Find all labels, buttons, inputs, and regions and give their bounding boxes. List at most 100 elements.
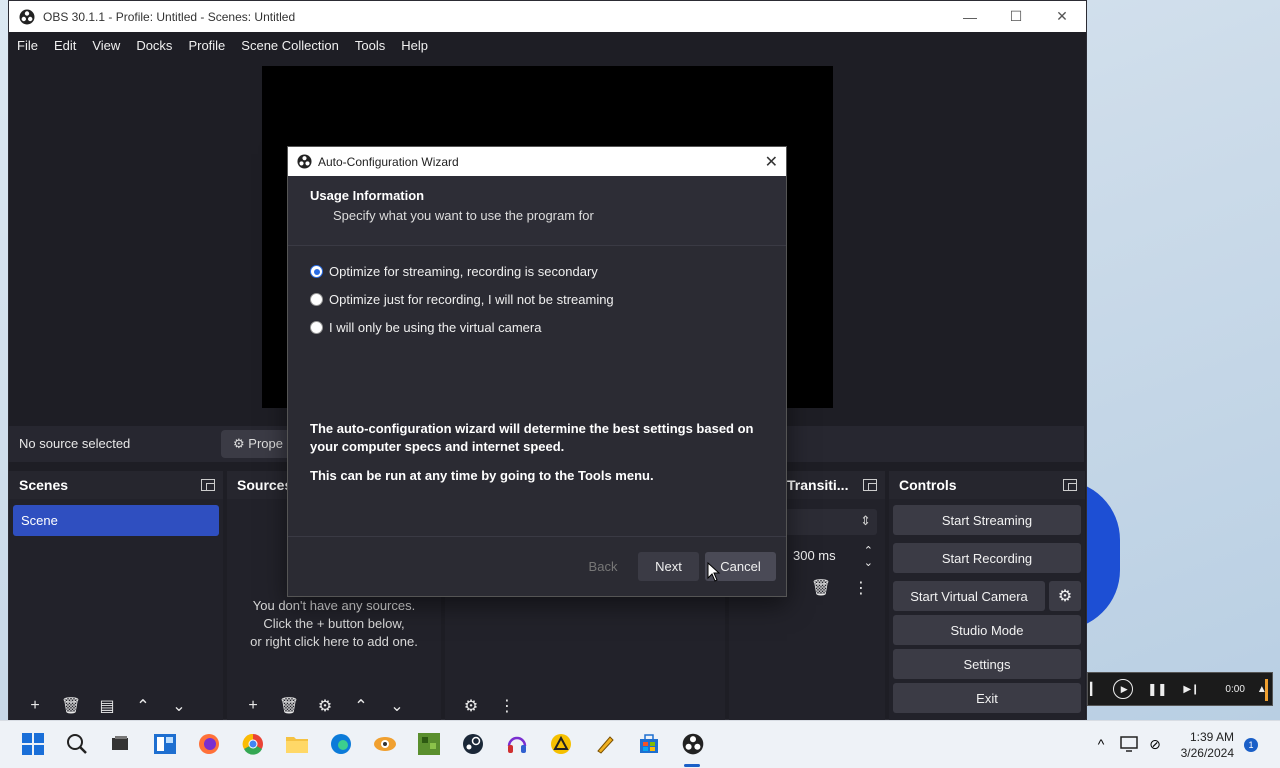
duration-value: 300 ms	[793, 548, 836, 563]
menu-help[interactable]: Help	[401, 38, 428, 53]
duration-spinner-icon[interactable]: ⌃ ⌄	[864, 545, 873, 569]
gear-icon[interactable]: ⚙	[309, 693, 341, 719]
undock-icon[interactable]	[863, 479, 877, 491]
move-down-icon[interactable]: ⌄	[381, 693, 413, 719]
virtual-camera-settings-gear-icon[interactable]: ⚙	[1049, 581, 1081, 611]
empty-line-2: Click the + button below,	[263, 616, 405, 631]
move-up-icon[interactable]: ⌃	[345, 693, 377, 719]
transition-select[interactable]: ⇕	[785, 509, 877, 535]
next-button[interactable]: Next	[638, 552, 699, 581]
sources-empty-message[interactable]: You don't have any sources. Click the + …	[227, 597, 441, 651]
add-source-icon[interactable]: +	[237, 693, 269, 719]
radio-label: Optimize for streaming, recording is sec…	[329, 264, 598, 279]
advanced-audio-gear-icon[interactable]: ⚙	[455, 693, 487, 719]
trash-icon[interactable]: 🗑	[273, 693, 305, 719]
close-button[interactable]: ✕	[1039, 1, 1085, 32]
menu-docks[interactable]: Docks	[136, 38, 172, 53]
network-disconnected-icon[interactable]: ⊘	[1142, 731, 1168, 757]
more-menu-icon[interactable]: ⋮	[491, 693, 523, 719]
menu-bar: File Edit View Docks Profile Scene Colle…	[9, 32, 1086, 58]
studio-mode-button[interactable]: Studio Mode	[893, 615, 1081, 645]
media-player-widget: ▎ ▶ ❚❚ ▶❙ 0:00 ▲	[1087, 672, 1273, 706]
back-button[interactable]: Back	[576, 552, 630, 581]
minimize-button[interactable]: —	[947, 1, 993, 32]
trash-icon[interactable]: 🗑	[805, 575, 837, 601]
radio-unselected-icon[interactable]	[310, 293, 323, 306]
previous-icon[interactable]: ▎	[1090, 682, 1099, 696]
chevron-up-icon[interactable]: ^	[1088, 731, 1114, 757]
clock-date: 3/26/2024	[1180, 746, 1234, 760]
radio-unselected-icon[interactable]	[310, 321, 323, 334]
settings-button[interactable]: Settings	[893, 649, 1081, 679]
more-menu-icon[interactable]: ⋮	[845, 575, 877, 601]
obs-logo-icon	[19, 9, 35, 24]
sources-title: Sources	[237, 477, 293, 493]
radio-selected-icon[interactable]	[310, 265, 323, 278]
no-source-label: No source selected	[19, 436, 131, 451]
gear-icon: ⚙	[233, 436, 245, 451]
add-scene-icon[interactable]: +	[19, 693, 51, 719]
dialog-title: Auto-Configuration Wizard	[318, 154, 459, 169]
menu-profile[interactable]: Profile	[188, 38, 225, 53]
menu-view[interactable]: View	[92, 38, 120, 53]
controls-title: Controls	[899, 477, 957, 493]
empty-line-1: You don't have any sources.	[252, 598, 416, 613]
task-view-icon[interactable]	[107, 731, 133, 757]
tools-menu-info-text: This can be run at any time by going to …	[310, 468, 654, 483]
start-virtual-camera-button[interactable]: Start Virtual Camera	[893, 581, 1045, 611]
exit-button[interactable]: Exit	[893, 683, 1081, 713]
start-streaming-button[interactable]: Start Streaming	[893, 505, 1081, 535]
dialog-title-bar: Auto-Configuration Wizard ✕	[288, 147, 786, 176]
play-icon[interactable]: ▶	[1113, 679, 1134, 699]
menu-file[interactable]: File	[17, 38, 38, 53]
maximize-button[interactable]: ☐	[993, 1, 1039, 32]
window-title: OBS 30.1.1 - Profile: Untitled - Scenes:…	[43, 9, 296, 24]
empty-line-3: or right click here to add one.	[250, 634, 418, 649]
close-icon[interactable]: ✕	[765, 152, 778, 172]
radio-streaming[interactable]: Optimize for streaming, recording is sec…	[310, 264, 598, 279]
next-track-icon[interactable]: ▶❙	[1183, 684, 1199, 695]
move-down-icon[interactable]: ⌄	[163, 693, 195, 719]
search-icon[interactable]	[64, 731, 90, 757]
duration-field[interactable]: 300 ms ⌃ ⌄	[793, 543, 877, 569]
transitions-title: Transiti...	[787, 477, 849, 493]
mouse-cursor-icon	[707, 562, 721, 582]
taskbar: ^ ⊘ 1:39 AM 3/26/2024 1	[0, 720, 1280, 768]
warning-app-icon[interactable]	[548, 731, 574, 757]
mixer-toolbar: ⚙ ⋮	[445, 691, 725, 721]
monitor-icon[interactable]	[1116, 731, 1142, 757]
obs-icon[interactable]	[680, 731, 706, 757]
undock-icon[interactable]	[1063, 479, 1077, 491]
scene-list-item[interactable]: Scene	[13, 505, 219, 536]
menu-edit[interactable]: Edit	[54, 38, 76, 53]
radio-virtual-camera[interactable]: I will only be using the virtual camera	[310, 320, 541, 335]
usage-information-subheading: Specify what you want to use the program…	[333, 208, 594, 223]
undock-icon[interactable]	[201, 479, 215, 491]
steam-icon[interactable]	[460, 731, 486, 757]
start-icon[interactable]	[20, 731, 46, 757]
widgets-icon[interactable]	[152, 731, 178, 757]
start-recording-button[interactable]: Start Recording	[893, 543, 1081, 573]
pen-app-icon[interactable]	[592, 731, 618, 757]
trash-icon[interactable]: 🗑	[55, 693, 87, 719]
system-clock[interactable]: 1:39 AM 3/26/2024	[1181, 729, 1234, 761]
headphones-icon[interactable]	[504, 731, 530, 757]
file-explorer-icon[interactable]	[284, 731, 310, 757]
firefox-icon[interactable]	[196, 731, 222, 757]
scenes-title: Scenes	[19, 477, 69, 493]
pause-icon[interactable]: ❚❚	[1147, 682, 1167, 696]
move-up-icon[interactable]: ⌃	[127, 693, 159, 719]
edge-icon[interactable]	[328, 731, 354, 757]
menu-tools[interactable]: Tools	[355, 38, 385, 53]
minecraft-icon[interactable]	[416, 731, 442, 757]
scene-filter-icon[interactable]: ▤	[91, 693, 123, 719]
notification-badge[interactable]: 1	[1244, 738, 1258, 752]
dialog-header: Usage Information Specify what you want …	[288, 176, 786, 246]
store-icon[interactable]	[636, 731, 662, 757]
app-icon[interactable]	[372, 731, 398, 757]
radio-recording[interactable]: Optimize just for recording, I will not …	[310, 292, 614, 307]
menu-scene-collection[interactable]: Scene Collection	[241, 38, 339, 53]
chrome-icon[interactable]	[240, 731, 266, 757]
clock-time: 1:39 AM	[1189, 730, 1234, 744]
title-bar: OBS 30.1.1 - Profile: Untitled - Scenes:…	[9, 1, 1086, 32]
